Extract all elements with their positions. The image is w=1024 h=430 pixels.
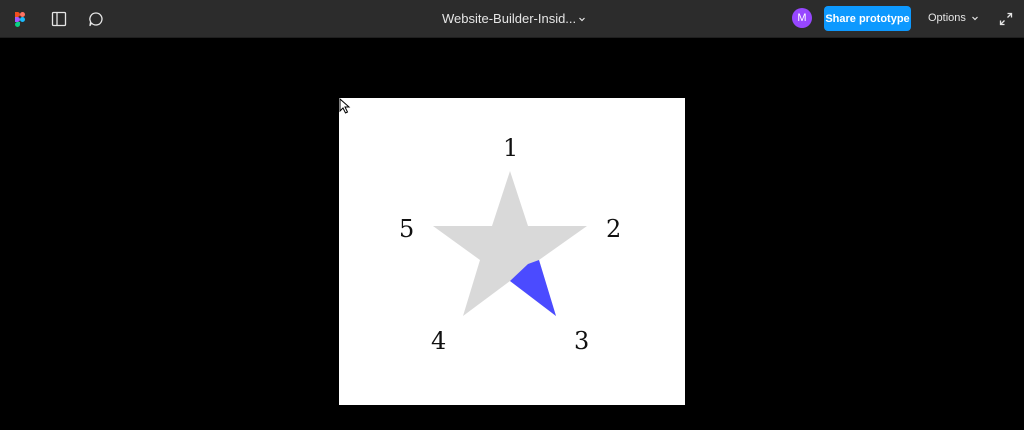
star-number-2[interactable]: 2 bbox=[606, 215, 621, 243]
toolbar: Website-Builder-Insid... M Share prototy… bbox=[0, 0, 1024, 38]
comment-icon[interactable] bbox=[84, 7, 108, 31]
prototype-frame[interactable]: 1 2 3 4 5 bbox=[339, 98, 685, 405]
mouse-pointer-icon bbox=[339, 98, 351, 114]
sidebar-toggle-icon[interactable] bbox=[47, 7, 71, 31]
file-name[interactable]: Website-Builder-Insid... bbox=[442, 10, 576, 28]
star-number-5[interactable]: 5 bbox=[399, 215, 414, 243]
options-label: Options bbox=[928, 12, 966, 24]
options-chevron-icon bbox=[971, 16, 978, 21]
star-number-3[interactable]: 3 bbox=[574, 327, 589, 355]
share-prototype-button[interactable]: Share prototype bbox=[824, 6, 911, 31]
chevron-down-icon[interactable] bbox=[576, 13, 588, 25]
star-shape bbox=[433, 171, 587, 316]
options-menu[interactable]: Options bbox=[928, 8, 980, 28]
star-number-1[interactable]: 1 bbox=[503, 134, 518, 162]
expand-icon[interactable] bbox=[994, 7, 1018, 31]
prototype-canvas: 1 2 3 4 5 bbox=[0, 38, 1024, 430]
avatar[interactable]: M bbox=[792, 8, 812, 28]
figma-logo-icon[interactable] bbox=[8, 7, 32, 31]
star-number-4[interactable]: 4 bbox=[431, 327, 446, 355]
